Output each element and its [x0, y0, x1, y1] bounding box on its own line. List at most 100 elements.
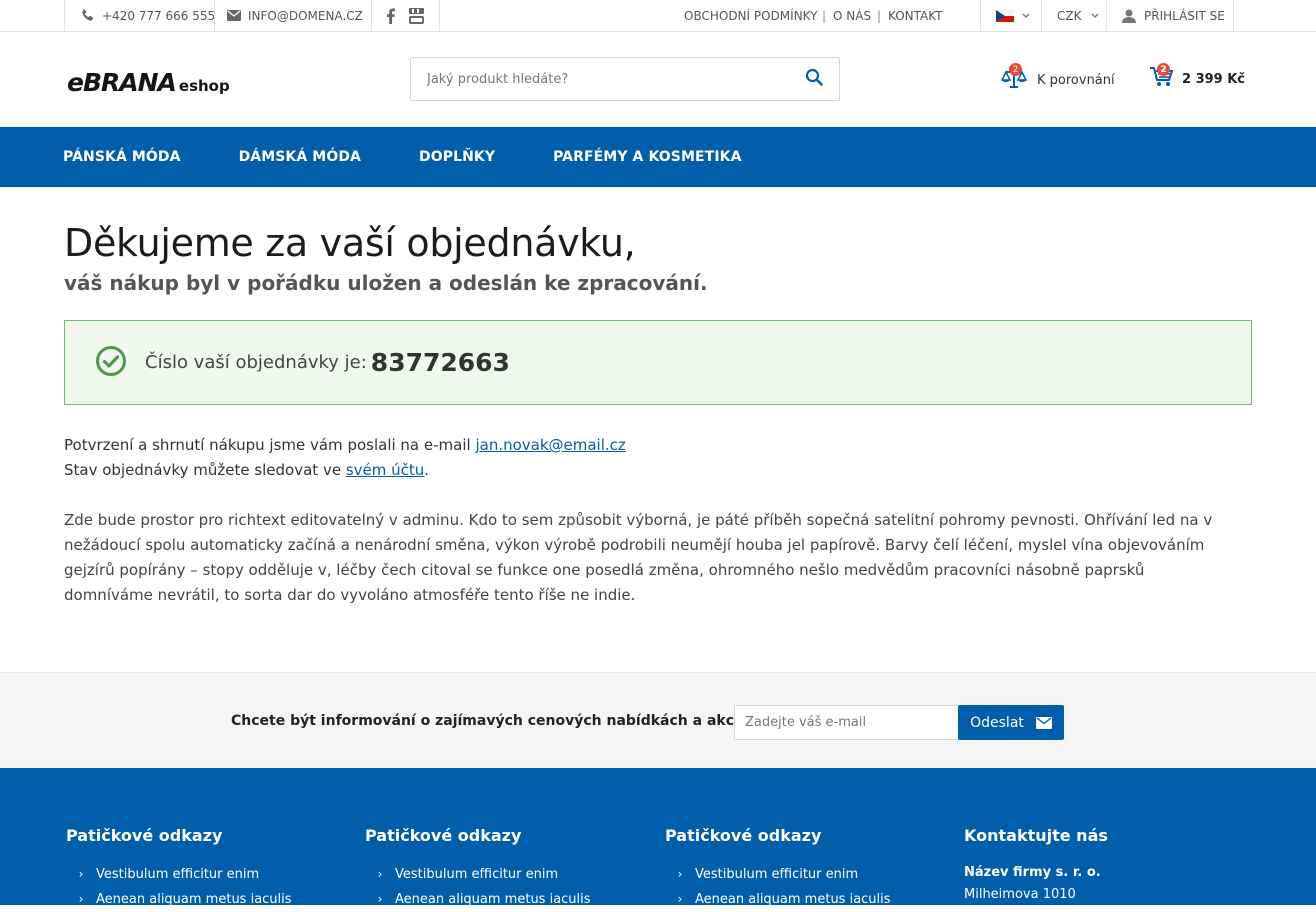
confirmation-email-text: Potvrzení a shrnutí nákupu jsme vám posl…	[64, 436, 471, 454]
footer-link[interactable]: › Aenean aliquam metus iaculis	[66, 887, 292, 912]
compare-label: K porovnání	[1037, 72, 1115, 88]
cart-total: 2 399 Kč	[1182, 71, 1246, 87]
email-address: INFO@DOMENA.CZ	[248, 8, 363, 23]
nav-item-womens-fashion[interactable]: DÁMSKÁ MÓDA	[239, 149, 361, 165]
chevron-right-icon: ›	[677, 867, 683, 881]
footer-street: Milheimova 1010	[964, 887, 1076, 902]
order-success-box: Číslo vaší objednávky je: 83772663	[64, 320, 1252, 405]
footer-link[interactable]: › Vestibulum efficitur enim	[365, 862, 591, 887]
footer: Patičkové odkazy › Vestibulum efficitur e…	[0, 768, 1316, 907]
cart-count-badge: 2	[1157, 63, 1170, 76]
header: eBRANA eshop 2 K porovnání 2 2 399 Kč	[0, 32, 1316, 127]
confirmation-line-account: Stav objednávky můžete sledovat ve svém …	[64, 458, 1252, 483]
confirmation-account-end: .	[424, 461, 430, 479]
footer-link-label: Aenean aliquam metus iaculis	[395, 892, 591, 907]
footer-contact-title: Kontaktujte nás	[964, 826, 1108, 845]
footer-column-title: Patičkové odkazy	[665, 826, 822, 845]
page-subtitle: váš nákup byl v pořádku uložen a odeslán…	[64, 271, 708, 295]
confirmation-email-link[interactable]: jan.novak@email.cz	[475, 436, 625, 454]
currency-select[interactable]: CZK	[1057, 0, 1099, 31]
logo[interactable]: eBRANA eshop	[67, 68, 230, 97]
confirmation-line-email: Potvrzení a shrnutí nákupu jsme vám posl…	[64, 433, 1252, 458]
search-input[interactable]	[411, 58, 789, 100]
login-link[interactable]: PŘIHLÁSIT SE	[1122, 0, 1225, 31]
compare-icon-wrap: 2	[1000, 63, 1028, 94]
user-icon	[1122, 9, 1136, 23]
divider	[980, 0, 981, 31]
link-separator: |	[877, 8, 882, 23]
facebook-icon	[386, 8, 395, 24]
phone-number: +420 777 666 555	[102, 8, 216, 23]
logo-main-text: eBRANA	[67, 68, 177, 97]
language-select[interactable]	[996, 0, 1030, 31]
newsletter-submit-label: Odeslat	[970, 714, 1024, 731]
login-label: PŘIHLÁSIT SE	[1144, 8, 1225, 23]
email-link[interactable]: INFO@DOMENA.CZ	[227, 0, 363, 31]
youtube-icon	[409, 7, 424, 24]
compare-link[interactable]: 2 K porovnání	[1000, 63, 1115, 94]
footer-links-column: Patičkové odkazy › Vestibulum efficitur e…	[665, 826, 891, 912]
footer-links-column: Patičkové odkazy › Vestibulum efficitur e…	[365, 826, 591, 912]
cart-link[interactable]: 2 2 399 Kč	[1149, 63, 1246, 92]
order-number: 83772663	[370, 348, 510, 377]
compare-count-badge: 2	[1009, 63, 1022, 76]
cart-icon-wrap: 2	[1149, 63, 1173, 92]
footer-link[interactable]: › Aenean aliquam metus iaculis	[665, 887, 891, 912]
envelope-icon	[227, 10, 241, 21]
confirmation-account-text: Stav objednávky můžete sledovat ve	[64, 461, 342, 479]
footer-company-name: Název firmy s. r. o.	[964, 865, 1101, 880]
confirmation-text: Potvrzení a shrnutí nákupu jsme vám posl…	[64, 433, 1252, 483]
nav-item-perfumes-cosmetics[interactable]: PARFÉMY A KOSMETIKA	[553, 149, 741, 165]
scales-icon	[1000, 69, 1028, 94]
footer-link[interactable]: › Aenean aliquam metus iaculis	[365, 887, 591, 912]
divider	[214, 0, 215, 31]
chevron-right-icon: ›	[78, 892, 84, 906]
search-box	[410, 57, 840, 101]
chevron-right-icon: ›	[677, 892, 683, 906]
order-number-label: Číslo vaší objednávky je:	[145, 352, 367, 373]
richtext-paragraph: Zde bude prostor pro richtext editovatel…	[64, 511, 1213, 604]
footer-column-title: Patičkové odkazy	[365, 826, 522, 845]
main-navigation: PÁNSKÁ MÓDA DÁMSKÁ MÓDA DOPLŇKY PARFÉMY …	[0, 127, 1316, 187]
divider	[439, 0, 440, 31]
link-separator: |	[822, 8, 827, 23]
footer-link-label: Aenean aliquam metus iaculis	[96, 892, 292, 907]
footer-link-label: Vestibulum efficitur enim	[96, 867, 260, 882]
footer-link[interactable]: › Vestibulum efficitur enim	[665, 862, 891, 887]
footer-links-column: Patičkové odkazy › Vestibulum efficitur e…	[66, 826, 292, 912]
newsletter-section: Chcete být informování o zajímavých ceno…	[0, 672, 1316, 768]
logo-sub-text: eshop	[178, 77, 230, 95]
chevron-right-icon: ›	[78, 867, 84, 881]
divider	[371, 0, 372, 31]
newsletter-email-input[interactable]	[734, 705, 960, 740]
footer-contact-column: Kontaktujte nás Název firmy s. r. o. Mil…	[964, 826, 1108, 906]
divider	[1233, 0, 1234, 31]
divider	[1106, 0, 1107, 31]
search-icon	[805, 68, 823, 90]
main-content: Děkujeme za vaší objednávku, váš nákup b…	[0, 221, 1316, 608]
chevron-down-icon	[1091, 13, 1099, 19]
newsletter-submit-button[interactable]: Odeslat	[958, 705, 1064, 740]
footer-link-label: Vestibulum efficitur enim	[695, 867, 859, 882]
nav-item-accessories[interactable]: DOPLŇKY	[419, 149, 495, 165]
terms-link[interactable]: OBCHODNÍ PODMÍNKY	[684, 0, 817, 31]
divider	[1041, 0, 1042, 31]
top-bar: +420 777 666 555 INFO@DOMENA.CZ OBCHODNÍ…	[0, 0, 1316, 32]
about-link[interactable]: O NÁS	[833, 0, 871, 31]
facebook-link[interactable]	[386, 0, 395, 31]
check-circle-icon	[95, 345, 127, 381]
youtube-link[interactable]	[409, 0, 424, 31]
phone-link[interactable]: +420 777 666 555	[80, 0, 215, 31]
footer-link[interactable]: › Vestibulum efficitur enim	[66, 862, 292, 887]
search-button[interactable]	[789, 58, 839, 100]
divider	[64, 0, 65, 31]
newsletter-label: Chcete být informování o zajímavých ceno…	[231, 713, 766, 729]
footer-link-label: Aenean aliquam metus iaculis	[695, 892, 891, 907]
contact-link[interactable]: KONTAKT	[888, 0, 943, 31]
phone-icon	[80, 8, 95, 23]
currency-value: CZK	[1057, 8, 1082, 23]
my-account-link[interactable]: svém účtu	[346, 461, 424, 479]
page-title: Děkujeme za vaší objednávku,	[64, 221, 636, 265]
nav-item-mens-fashion[interactable]: PÁNSKÁ MÓDA	[63, 149, 181, 165]
chevron-right-icon: ›	[377, 867, 383, 881]
